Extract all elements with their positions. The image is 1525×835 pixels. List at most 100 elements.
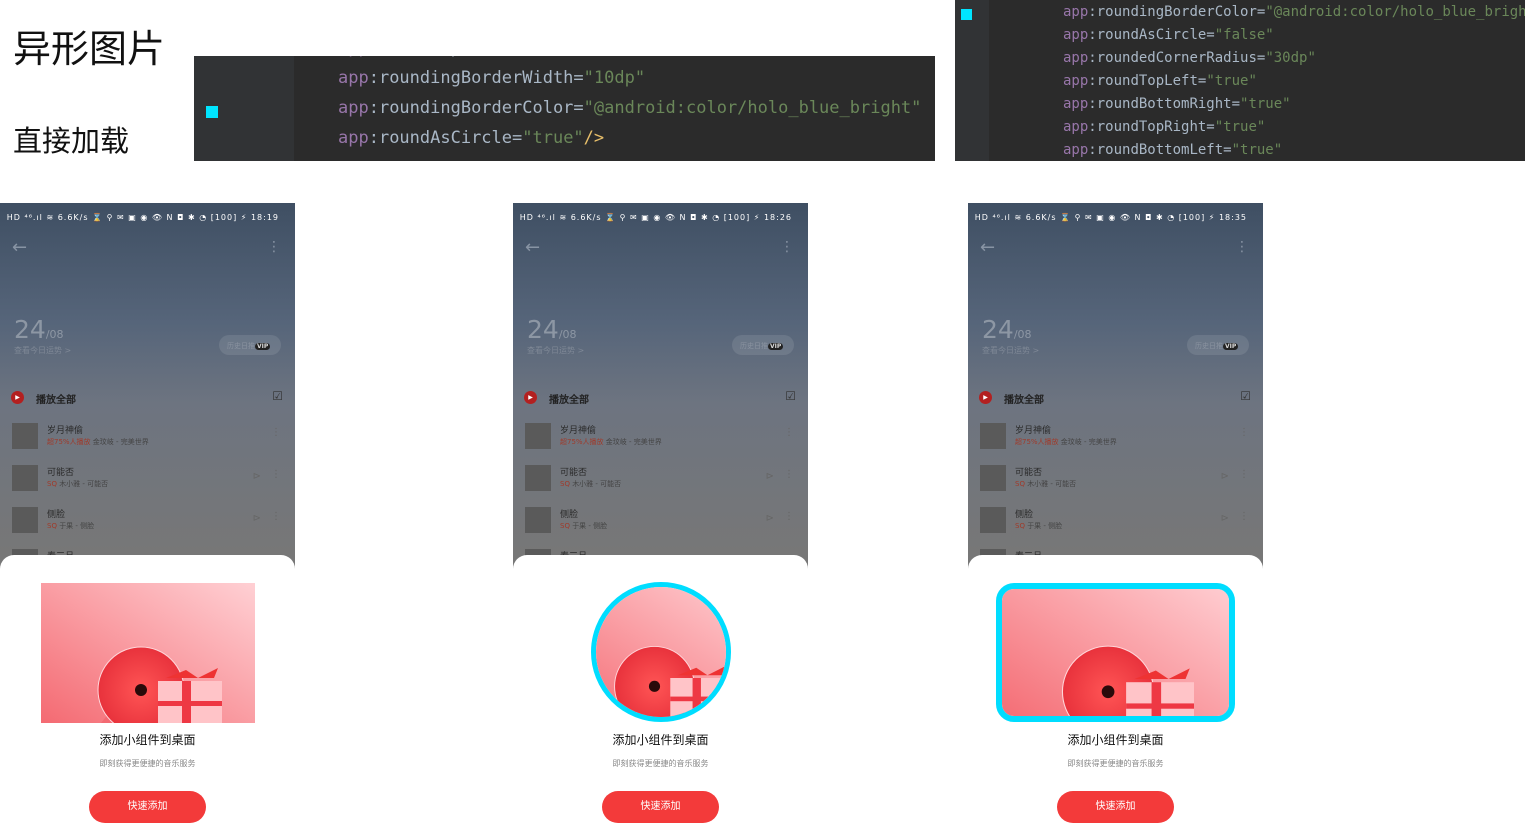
- song-item[interactable]: 侧脸 SQ 于果 - 侧脸 ⊳ ⋮: [968, 507, 1263, 547]
- song-item[interactable]: 岁月神偷 超75%人播放 金玟岐 - 完美世界 ⋮: [0, 423, 295, 463]
- more-vertical-icon[interactable]: ⋮: [1239, 427, 1249, 438]
- play-all-icon[interactable]: ▶: [979, 391, 992, 404]
- video-play-icon[interactable]: ⊳: [1221, 471, 1229, 482]
- multi-select-icon[interactable]: ☑: [785, 389, 796, 403]
- more-vertical-icon[interactable]: ⋮: [267, 239, 281, 255]
- back-arrow-icon[interactable]: ←: [12, 237, 27, 258]
- fortune-link[interactable]: 查看今日运势 >: [527, 345, 584, 356]
- song-tag: SQ: [1015, 522, 1025, 530]
- more-vertical-icon[interactable]: ⋮: [271, 427, 281, 438]
- video-play-icon[interactable]: ⊳: [766, 471, 774, 482]
- multi-select-icon[interactable]: ☑: [1240, 389, 1251, 403]
- fortune-link[interactable]: 查看今日运势 >: [14, 345, 71, 356]
- history-button[interactable]: 历史日推 VIP: [1187, 335, 1249, 355]
- widget-illustration: [41, 583, 255, 723]
- play-all-icon[interactable]: ▶: [11, 391, 24, 404]
- video-play-icon[interactable]: ⊳: [766, 513, 774, 524]
- code-value: "30dp": [1265, 50, 1316, 66]
- song-item[interactable]: 岁月神偷 超75%人播放 金玟岐 - 完美世界 ⋮: [968, 423, 1263, 463]
- song-item[interactable]: 可能否 SQ 木小雅 - 可能否 ⊳ ⋮: [968, 465, 1263, 505]
- song-item[interactable]: 可能否 SQ 木小雅 - 可能否 ⊳ ⋮: [0, 465, 295, 505]
- song-artist: 于果 - 侧脸: [572, 522, 608, 530]
- song-tag: SQ: [560, 480, 570, 488]
- code-namespace: app: [1063, 4, 1089, 20]
- more-vertical-icon[interactable]: ⋮: [271, 469, 281, 480]
- code-value: "true": [1231, 142, 1283, 158]
- play-all-icon[interactable]: ▶: [524, 391, 537, 404]
- video-play-icon[interactable]: ⊳: [253, 513, 261, 524]
- code-value: "@android:color/holo_blue_bright": [1265, 4, 1525, 20]
- widget-subtitle: 即刻获得更便捷的音乐服务: [1067, 759, 1164, 768]
- song-title: 岁月神偷: [1015, 426, 1052, 436]
- status-icons: HD ⁴⁶.ıl ≋ 6.6K/s ⌛ ⚲ ✉ ▣ ◉ 👁 N ◘ ✱ ◔ [1…: [974, 213, 1216, 222]
- album-cover: [12, 423, 38, 449]
- quick-add-button[interactable]: 快速添加: [89, 791, 206, 823]
- song-tag: SQ: [47, 480, 57, 488]
- history-label: 历史日推: [740, 342, 768, 350]
- back-arrow-icon[interactable]: ←: [525, 237, 540, 258]
- widget-illustration: [996, 583, 1235, 722]
- quick-add-button[interactable]: 快速添加: [602, 791, 719, 823]
- song-item[interactable]: 侧脸 SQ 于果 - 侧脸 ⊳ ⋮: [513, 507, 808, 547]
- code-namespace: app: [1063, 96, 1089, 112]
- code-namespace: app: [1063, 73, 1089, 89]
- code-line: app:roundTopLeft="true": [338, 56, 573, 58]
- code-line: app:roundingBorderColor="@android:color/…: [1063, 4, 1525, 20]
- song-title: 侧脸: [560, 510, 579, 520]
- quick-add-button[interactable]: 快速添加: [1057, 791, 1174, 823]
- play-all-button[interactable]: 播放全部: [549, 391, 589, 406]
- play-all-button[interactable]: 播放全部: [36, 391, 76, 406]
- album-cover: [980, 465, 1006, 491]
- fortune-link[interactable]: 查看今日运势 >: [982, 345, 1039, 356]
- code-attr: :roundTopLeft=: [1088, 73, 1207, 89]
- video-play-icon[interactable]: ⊳: [1221, 513, 1229, 524]
- code-value: "10dp": [583, 68, 646, 88]
- more-vertical-icon[interactable]: ⋮: [780, 239, 794, 255]
- code-snippet-circle: app:roundTopLeft="true"app:roundingBorde…: [194, 56, 935, 161]
- more-vertical-icon[interactable]: ⋮: [784, 427, 794, 438]
- more-vertical-icon[interactable]: ⋮: [1239, 511, 1249, 522]
- status-icons: HD ⁴⁶.ıl ≋ 6.6K/s ⌛ ⚲ ✉ ▣ ◉ 👁 N ◘ ✱ ◔ [1…: [6, 213, 248, 222]
- widget-title: 添加小组件到桌面: [1067, 733, 1164, 747]
- song-title: 岁月神偷: [560, 426, 597, 436]
- code-attr: :roundingBorderColor=: [1088, 4, 1266, 20]
- album-cover: [525, 423, 551, 449]
- code-namespace: app: [338, 68, 369, 88]
- more-vertical-icon[interactable]: ⋮: [784, 511, 794, 522]
- album-cover: [525, 465, 551, 491]
- song-tag: SQ: [560, 522, 570, 530]
- vip-badge: VIP: [1223, 343, 1239, 350]
- song-title: 侧脸: [47, 510, 66, 520]
- widget-title: 添加小组件到桌面: [99, 733, 196, 747]
- song-item[interactable]: 岁月神偷 超75%人播放 金玟岐 - 完美世界 ⋮: [513, 423, 808, 463]
- code-attr: :roundAsCircle=: [368, 128, 523, 148]
- status-time: 18:35: [1218, 213, 1247, 222]
- more-vertical-icon[interactable]: ⋮: [271, 511, 281, 522]
- more-vertical-icon[interactable]: ⋮: [1235, 239, 1249, 255]
- history-button[interactable]: 历史日推 VIP: [732, 335, 794, 355]
- date-month: /08: [1013, 328, 1032, 341]
- code-value: "true": [522, 128, 584, 148]
- more-vertical-icon[interactable]: ⋮: [784, 469, 794, 480]
- widget-title: 添加小组件到桌面: [612, 733, 709, 747]
- back-arrow-icon[interactable]: ←: [980, 237, 995, 258]
- song-item[interactable]: 侧脸 SQ 于果 - 侧脸 ⊳ ⋮: [0, 507, 295, 547]
- code-snippet-rounded: app:roundingBorderColor="@android:color/…: [955, 0, 1525, 161]
- status-bar: HD ⁴⁶.ıl ≋ 6.6K/s ⌛ ⚲ ✉ ▣ ◉ 👁 N ◘ ✱ ◔ [1…: [520, 213, 792, 222]
- multi-select-icon[interactable]: ☑: [272, 389, 283, 403]
- history-button[interactable]: 历史日推 VIP: [219, 335, 281, 355]
- song-item[interactable]: 可能否 SQ 木小雅 - 可能否 ⊳ ⋮: [513, 465, 808, 505]
- video-play-icon[interactable]: ⊳: [253, 471, 261, 482]
- more-vertical-icon[interactable]: ⋮: [1239, 469, 1249, 480]
- code-attr: :roundingBorderWidth=: [368, 68, 584, 88]
- code-namespace: app: [1063, 50, 1089, 66]
- code-namespace: app: [1063, 119, 1089, 135]
- date: 24/08: [527, 315, 577, 344]
- code-value: "@android:color/holo_blue_bright": [583, 98, 922, 118]
- code-namespace: app: [338, 128, 369, 148]
- code-line: app:roundingBorderWidth="10dp": [338, 68, 645, 88]
- play-all-button[interactable]: 播放全部: [1004, 391, 1044, 406]
- code-attr: :roundBottomLeft=: [1088, 142, 1232, 158]
- date-month: /08: [558, 328, 577, 341]
- code-value: "true": [512, 56, 573, 58]
